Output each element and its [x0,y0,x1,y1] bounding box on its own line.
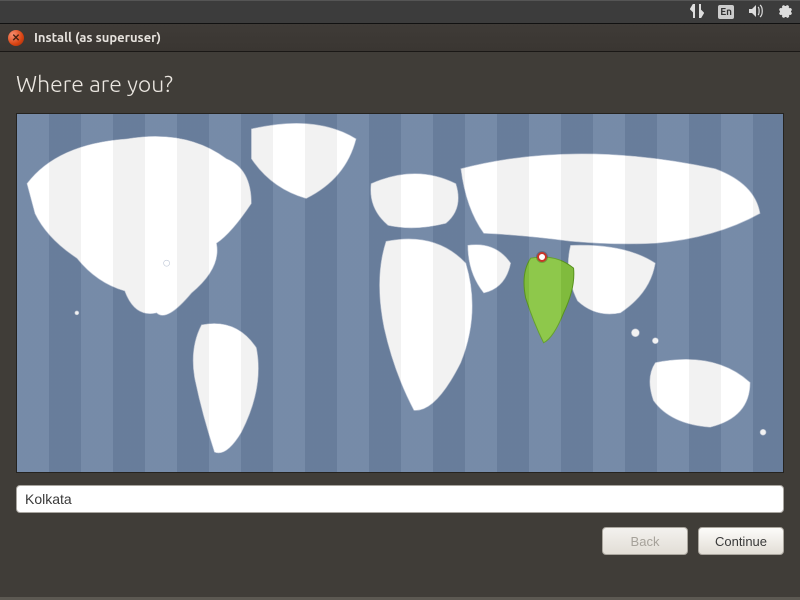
system-menubar: En [0,0,800,24]
navigation-buttons: Back Continue [16,527,784,555]
timezone-map[interactable] [16,113,784,473]
window-close-button[interactable]: ✕ [8,30,24,46]
network-icon[interactable] [690,4,704,21]
world-map-svg [17,114,783,472]
location-input[interactable] [16,485,784,513]
continue-button[interactable]: Continue [698,527,784,555]
location-entry-row [16,485,784,513]
volume-icon[interactable] [748,4,764,21]
page-heading: Where are you? [16,72,784,97]
keyboard-layout-indicator[interactable]: En [718,5,734,19]
installer-page: Where are you? [0,52,800,600]
back-button[interactable]: Back [602,527,688,555]
window-title: Install (as superuser) [34,31,161,45]
close-icon: ✕ [12,32,20,44]
settings-gear-icon[interactable] [778,4,792,21]
window-titlebar: ✕ Install (as superuser) [0,24,800,52]
location-marker [537,252,547,262]
